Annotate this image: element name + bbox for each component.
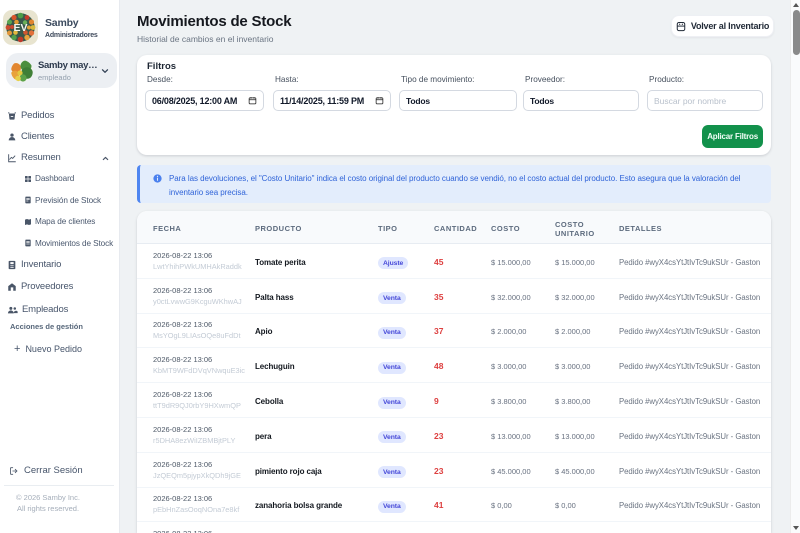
svg-text:EV: EV [13, 22, 27, 34]
